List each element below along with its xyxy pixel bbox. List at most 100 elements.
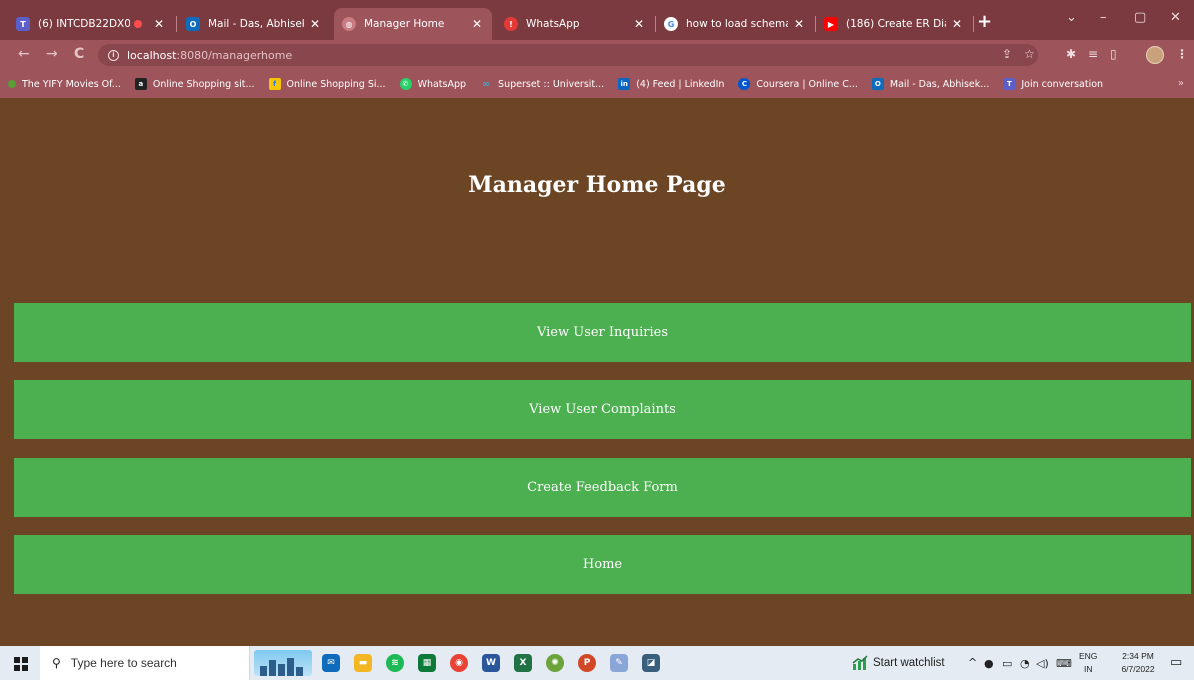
bookmark-superset[interactable]: ∞ Superset :: Universit... xyxy=(480,78,604,90)
microphone-icon[interactable]: ● xyxy=(984,657,994,670)
windows-taskbar: ⚲ ✉ ▬ ≋ ▦ ◉ W X ✺ P ✎ ◪ Start watchlist … xyxy=(0,646,1194,680)
clock-date[interactable]: 6/7/2022 xyxy=(1114,664,1162,674)
language-region[interactable]: IN xyxy=(1084,664,1093,674)
close-icon[interactable]: ✕ xyxy=(470,17,484,31)
news-widget-icon[interactable] xyxy=(254,650,312,676)
close-icon[interactable]: ✕ xyxy=(792,17,806,31)
view-user-inquiries-button[interactable]: View User Inquiries xyxy=(14,303,1191,362)
wifi-icon[interactable]: ◔ xyxy=(1020,657,1030,670)
bookmark-star-icon[interactable]: ☆ xyxy=(1024,47,1035,61)
bookmark-linkedin[interactable]: in (4) Feed | LinkedIn xyxy=(618,78,724,90)
tab-title: how to load schema di xyxy=(686,18,788,30)
tab-title: (186) Create ER Diagra xyxy=(846,18,946,30)
bookmark-yify[interactable]: The YIFY Movies Of... xyxy=(8,79,121,90)
bookmark-label: Online Shopping Si... xyxy=(286,78,386,90)
tab-divider xyxy=(973,16,974,32)
new-tab-button[interactable]: + xyxy=(977,11,992,32)
minimize-button[interactable]: – xyxy=(1100,10,1107,25)
home-button[interactable]: Home xyxy=(14,535,1191,594)
tab-google-search[interactable]: G how to load schema di ✕ xyxy=(656,8,814,40)
linkedin-icon: in xyxy=(618,78,631,90)
volume-icon[interactable]: ◁) xyxy=(1036,657,1049,670)
youtube-icon: ▶ xyxy=(824,17,838,31)
close-icon[interactable]: ✕ xyxy=(152,17,166,31)
create-feedback-form-button[interactable]: Create Feedback Form xyxy=(14,458,1191,517)
url-host: localhost xyxy=(127,48,177,62)
close-icon[interactable]: ✕ xyxy=(632,17,646,31)
forward-button[interactable]: → xyxy=(46,46,58,62)
outlook-icon: O xyxy=(186,17,200,31)
bookmark-amazon[interactable]: a Online Shopping sit... xyxy=(134,78,255,90)
powerpoint-icon[interactable]: P xyxy=(578,654,596,672)
search-icon: ⚲ xyxy=(52,656,61,670)
close-icon[interactable]: ✕ xyxy=(950,17,964,31)
bookmark-label: WhatsApp xyxy=(417,78,467,90)
tab-outlook-mail[interactable]: O Mail - Das, Abhisek (Co ✕ xyxy=(178,8,330,40)
coursera-icon: C xyxy=(738,78,751,90)
tab-divider xyxy=(176,16,177,32)
address-bar[interactable]: i localhost:8080/managerhome xyxy=(98,44,1038,66)
paint-icon[interactable]: ✎ xyxy=(610,654,628,672)
chrome-icon[interactable]: ◉ xyxy=(450,654,468,672)
share-icon[interactable]: ⇪ xyxy=(1002,47,1012,61)
ime-icon[interactable]: ⌨ xyxy=(1056,657,1072,670)
bookmark-label: Superset :: Universit... xyxy=(498,78,605,90)
bookmark-label: (4) Feed | LinkedIn xyxy=(636,78,725,90)
reload-button[interactable]: C xyxy=(74,46,84,62)
info-icon[interactable]: i xyxy=(108,49,119,61)
watchlist-label[interactable]: Start watchlist xyxy=(873,657,945,669)
taskbar-search[interactable]: ⚲ xyxy=(40,646,250,680)
extensions-icon[interactable]: ✱ xyxy=(1066,47,1076,61)
whatsapp-icon: ✆ xyxy=(399,78,412,90)
bookmark-label: Online Shopping sit... xyxy=(152,78,255,90)
taskbar-search-input[interactable] xyxy=(70,656,231,670)
battery-icon[interactable]: ▭ xyxy=(1002,657,1012,670)
tab-teams[interactable]: T (6) INTCDB22DX01 ✕ xyxy=(8,8,174,40)
bookmark-outlook[interactable]: O Mail - Das, Abhisek... xyxy=(871,78,990,90)
url-path: :8080/managerhome xyxy=(176,48,293,62)
back-button[interactable]: ← xyxy=(18,46,30,62)
bookmark-teams[interactable]: T Join conversation xyxy=(1003,78,1103,90)
mail-app-icon[interactable]: ✉ xyxy=(322,654,340,672)
profile-avatar[interactable] xyxy=(1146,46,1164,64)
windows-start-icon[interactable] xyxy=(14,657,28,671)
bookmark-coursera[interactable]: C Coursera | Online C... xyxy=(738,78,858,90)
tab-whatsapp[interactable]: ! WhatsApp ✕ xyxy=(496,8,654,40)
language-code[interactable]: ENG xyxy=(1079,651,1097,661)
eclipse-icon[interactable]: ✺ xyxy=(546,654,564,672)
recording-icon xyxy=(134,20,142,28)
bookmarks-overflow-icon[interactable]: » xyxy=(1178,78,1184,89)
tab-manager-home[interactable]: ◍ Manager Home ✕ xyxy=(334,8,492,40)
window-close-button[interactable]: ✕ xyxy=(1170,10,1181,25)
tab-search-dropdown-icon[interactable]: ⌄ xyxy=(1066,10,1077,25)
flipkart-icon: f xyxy=(268,78,281,90)
spotify-icon[interactable]: ≋ xyxy=(386,654,404,672)
tab-title: Mail - Das, Abhisek (Co xyxy=(208,18,304,30)
file-explorer-icon[interactable]: ▬ xyxy=(354,654,372,672)
bookmark-label: Mail - Das, Abhisek... xyxy=(889,78,990,90)
tray-chevron-icon[interactable]: ^ xyxy=(968,656,977,669)
maximize-button[interactable]: ▢ xyxy=(1134,10,1146,25)
calculator-icon[interactable]: ▦ xyxy=(418,654,436,672)
browser-tab-strip: T (6) INTCDB22DX01 ✕ O Mail - Das, Abhis… xyxy=(0,0,1194,40)
view-user-complaints-button[interactable]: View User Complaints xyxy=(14,380,1191,439)
superset-icon: ∞ xyxy=(481,78,491,90)
bookmark-whatsapp[interactable]: ✆ WhatsApp xyxy=(399,78,467,90)
bookmark-flipkart[interactable]: f Online Shopping Si... xyxy=(268,78,386,90)
teams-icon: T xyxy=(1003,78,1016,90)
app-icon[interactable]: ◪ xyxy=(642,654,660,672)
side-panel-icon[interactable]: ▯ xyxy=(1110,47,1117,61)
excel-icon[interactable]: X xyxy=(514,654,532,672)
reading-list-icon[interactable]: ≡ xyxy=(1088,47,1098,61)
notification-icon[interactable]: ▭ xyxy=(1170,655,1182,670)
menu-kebab-icon[interactable]: ⋮ xyxy=(1176,47,1188,61)
word-icon[interactable]: W xyxy=(482,654,500,672)
alert-icon: ! xyxy=(504,17,518,31)
tab-youtube[interactable]: ▶ (186) Create ER Diagra ✕ xyxy=(816,8,972,40)
close-icon[interactable]: ✕ xyxy=(308,17,322,31)
bookmark-label: Coursera | Online C... xyxy=(756,78,858,90)
browser-toolbar: ← → C i localhost:8080/managerhome ⇪ ☆ ✱… xyxy=(0,40,1194,70)
clock-time[interactable]: 2:34 PM xyxy=(1116,651,1160,661)
watchlist-chart-icon[interactable] xyxy=(852,655,868,671)
outlook-icon: O xyxy=(871,78,884,90)
